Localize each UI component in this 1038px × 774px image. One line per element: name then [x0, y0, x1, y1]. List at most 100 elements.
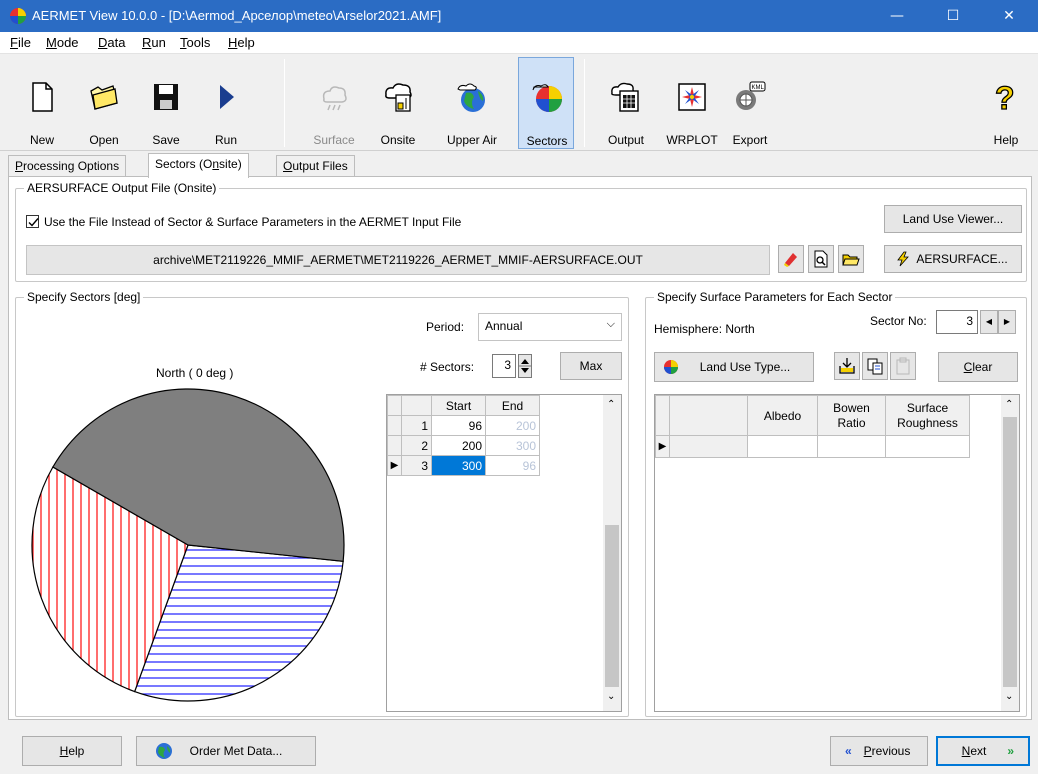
sectors-scrollbar[interactable]: ⌃ ⌄: [603, 395, 621, 711]
maximize-button[interactable]: ☐: [930, 0, 976, 32]
output-button[interactable]: Output: [598, 57, 654, 149]
bowen-ratio-cell[interactable]: [817, 435, 886, 458]
menu-run[interactable]: Run: [142, 35, 166, 50]
end-cell: 200: [485, 415, 540, 436]
sector-prev-button[interactable]: ◀: [980, 310, 998, 334]
end-cell: 96: [485, 455, 540, 476]
land-use-type-button[interactable]: Land Use Type...: [654, 352, 814, 382]
sectors-button[interactable]: Sectors: [518, 57, 574, 149]
end-cell: 300: [485, 435, 540, 456]
table-row[interactable]: 2 200 300: [387, 435, 540, 456]
menu-bar: File Mode Data Run Tools Help: [0, 32, 1038, 54]
aersurface-group: AERSURFACE Output File (Onsite) Use the …: [15, 181, 1027, 282]
upper-air-button[interactable]: Upper Air: [444, 57, 500, 149]
sector-no-input[interactable]: 3: [936, 310, 978, 334]
table-row[interactable]: ▶: [655, 435, 970, 458]
surface-group-title: Specify Surface Parameters for Each Sect…: [654, 290, 896, 304]
scrollbar-thumb[interactable]: [605, 525, 619, 687]
aersurface-group-title: AERSURFACE Output File (Onsite): [24, 181, 220, 195]
table-row[interactable]: 1 96 200: [387, 415, 540, 436]
app-color-wheel-icon: [10, 8, 26, 24]
import-tray-icon: [839, 358, 855, 374]
copy-button[interactable]: [862, 352, 888, 380]
num-sectors-label: # Sectors:: [420, 360, 475, 374]
surface-roughness-cell[interactable]: [885, 435, 970, 458]
save-button[interactable]: Save: [138, 57, 194, 149]
use-file-checkbox[interactable]: [26, 215, 39, 228]
new-button[interactable]: New: [14, 57, 70, 149]
next-button[interactable]: Next »: [936, 736, 1030, 766]
open-button[interactable]: Open: [76, 57, 132, 149]
double-chevron-left-icon: «: [845, 744, 852, 758]
globe-icon: [457, 83, 485, 112]
help-toolbar-button[interactable]: ? Help: [978, 57, 1034, 149]
sectors-table: Start End 1 96 200 2 200 300 ▶ 3 300 96: [387, 395, 540, 476]
period-label: Period:: [426, 320, 465, 334]
onsite-button[interactable]: Onsite: [370, 57, 426, 149]
new-document-icon: [32, 82, 53, 112]
land-use-viewer-button[interactable]: Land Use Viewer...: [884, 205, 1022, 233]
surface-params-table: Albedo Bowen Ratio Surface Roughness ▶: [655, 395, 970, 458]
kml-export-icon: KML: [736, 81, 766, 110]
tab-content: AERSURFACE Output File (Onsite) Use the …: [8, 176, 1032, 720]
minimize-button[interactable]: —: [874, 0, 920, 32]
order-met-data-button[interactable]: Order Met Data...: [136, 736, 316, 766]
export-button[interactable]: KML Export: [722, 57, 778, 149]
num-sectors-input[interactable]: 3: [492, 354, 516, 378]
bottom-bar: Help Order Met Data... « Previous Next »: [0, 722, 1038, 774]
period-select[interactable]: Annual ⌵: [478, 313, 622, 341]
close-button[interactable]: ✕: [986, 0, 1032, 32]
browse-file-button[interactable]: [838, 245, 864, 273]
help-button[interactable]: Help: [22, 736, 122, 766]
max-button[interactable]: Max: [560, 352, 622, 380]
color-wheel-icon: [664, 360, 678, 374]
tab-sectors-onsite[interactable]: Sectors (Onsite): [148, 153, 249, 178]
start-cell[interactable]: 300: [431, 455, 486, 476]
menu-tools[interactable]: Tools: [180, 35, 210, 50]
table-row[interactable]: ▶ 3 300 96: [387, 455, 540, 476]
clear-button[interactable]: Clear: [938, 352, 1018, 382]
open-folder-icon: [90, 85, 118, 110]
sector-next-button[interactable]: ▶: [998, 310, 1016, 334]
num-sectors-stepper[interactable]: [518, 354, 532, 378]
surface-scrollbar[interactable]: ⌃ ⌄: [1001, 395, 1019, 711]
start-cell[interactable]: 200: [431, 435, 486, 456]
surface-button[interactable]: Surface: [306, 57, 362, 149]
right-arrow-icon: ▶: [1003, 317, 1011, 326]
lightning-icon: [897, 251, 909, 267]
scrollbar-thumb[interactable]: [1003, 417, 1017, 687]
menu-help[interactable]: Help: [228, 35, 255, 50]
use-file-label: Use the File Instead of Sector & Surface…: [44, 215, 462, 229]
copy-icon: [867, 358, 883, 375]
menu-mode[interactable]: Mode: [46, 35, 79, 50]
paste-button[interactable]: [890, 352, 916, 380]
scroll-up-icon: ⌃: [607, 399, 616, 410]
bowen-ratio-column-header: Bowen Ratio: [817, 395, 886, 436]
import-button[interactable]: [834, 352, 860, 380]
clear-file-button[interactable]: [778, 245, 804, 273]
toolbar-separator: [284, 59, 285, 147]
preview-document-icon: [814, 250, 828, 268]
tab-output-files[interactable]: Output Files: [276, 155, 355, 177]
run-button[interactable]: Run: [198, 57, 254, 149]
previous-button[interactable]: « Previous: [830, 736, 928, 766]
onsite-weather-icon: [385, 83, 412, 112]
wrplot-button[interactable]: WRPLOT: [664, 57, 720, 149]
tab-processing-options[interactable]: Processing Options: [8, 155, 127, 177]
checkmark-icon: [28, 218, 39, 227]
aersurface-button[interactable]: AERSURFACE...: [884, 245, 1022, 273]
sector-no-label: Sector No:: [870, 314, 927, 328]
preview-file-button[interactable]: [808, 245, 834, 273]
help-question-icon: ?: [994, 81, 1015, 113]
start-column-header: Start: [431, 395, 486, 416]
menu-data[interactable]: Data: [98, 35, 125, 50]
surface-params-grid: Albedo Bowen Ratio Surface Roughness ▶ ⌃…: [654, 394, 1020, 712]
svg-text:KML: KML: [752, 85, 765, 91]
menu-file[interactable]: File: [10, 35, 31, 50]
paste-clipboard-icon: [896, 357, 910, 375]
start-cell[interactable]: 96: [431, 415, 486, 436]
open-folder-icon: [842, 254, 860, 266]
chevron-down-icon: ⌵: [606, 318, 615, 330]
albedo-cell[interactable]: [747, 435, 818, 458]
sector-pie-chart: [31, 388, 345, 702]
